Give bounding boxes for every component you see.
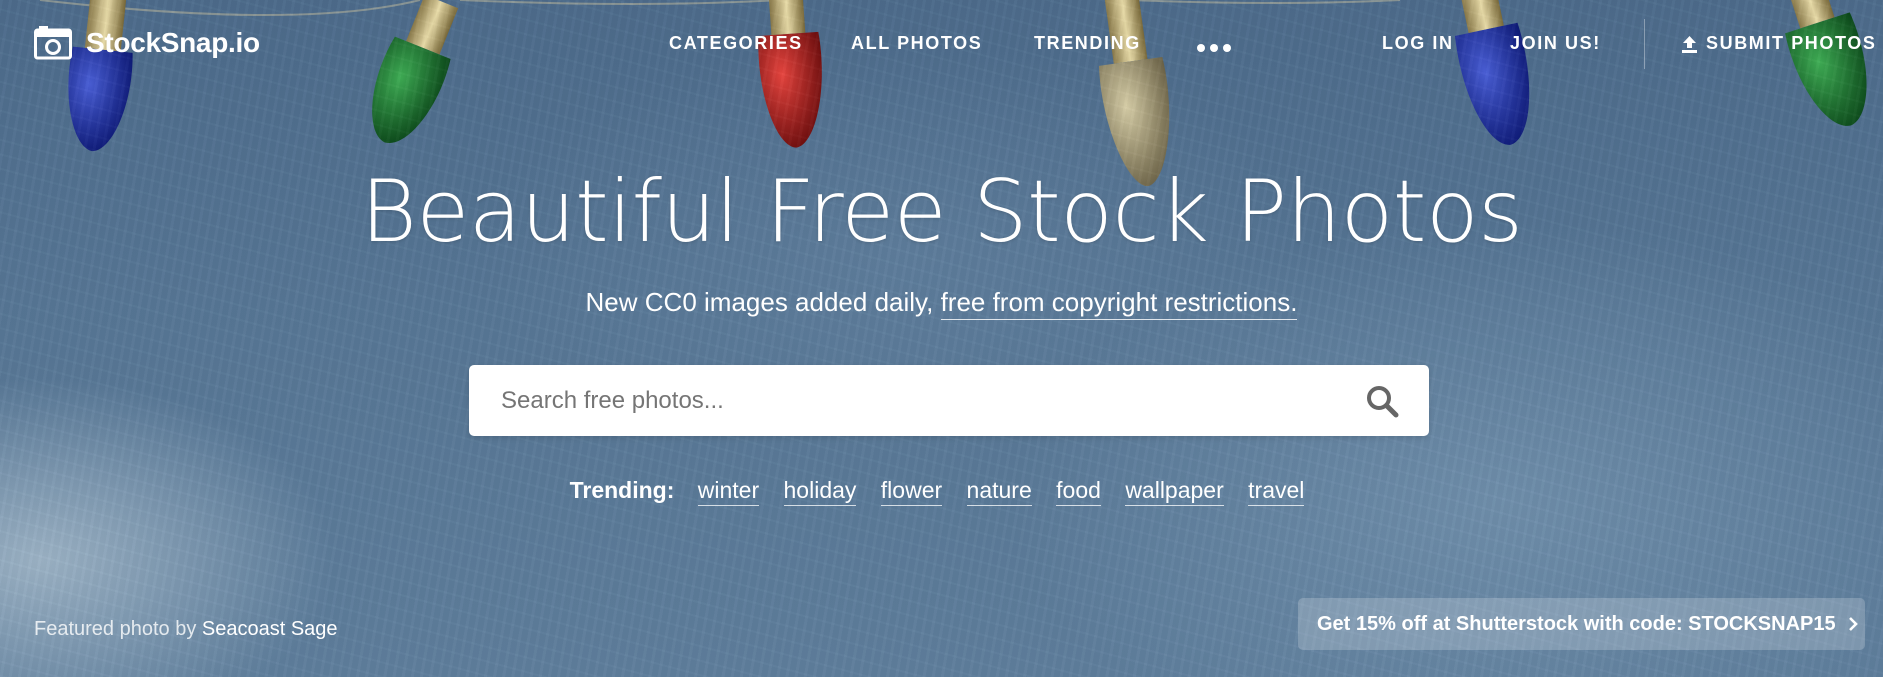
- hero-subtitle: New CC0 images added daily, free from co…: [0, 287, 1883, 320]
- nav-all-photos[interactable]: ALL PHOTOS: [851, 33, 982, 54]
- nav-trending[interactable]: TRENDING: [1034, 33, 1141, 54]
- brand-name: StockSnap.io: [86, 27, 260, 58]
- nav-join[interactable]: JOIN US!: [1510, 33, 1601, 54]
- nav-divider: [1644, 19, 1645, 69]
- trending-tag-flower[interactable]: flower: [880, 477, 943, 506]
- trending-tag-wallpaper[interactable]: wallpaper: [1125, 477, 1224, 506]
- trending-tags: Trending: winter holiday flower nature f…: [0, 477, 1883, 506]
- photo-credit: Featured photo by Seacoast Sage: [34, 618, 338, 641]
- search-icon[interactable]: [1365, 384, 1399, 418]
- license-link[interactable]: free from copyright restrictions.: [940, 287, 1298, 320]
- bulb-red: [758, 0, 822, 148]
- promo-button[interactable]: Get 15% off at Shutterstock with code: S…: [1298, 598, 1865, 650]
- nav-login[interactable]: LOG IN: [1382, 33, 1454, 54]
- trending-tag-winter[interactable]: winter: [697, 477, 760, 506]
- hero-section: StockSnap.io CATEGORIES ALL PHOTOS TREND…: [0, 0, 1883, 677]
- camera-icon: [34, 26, 72, 60]
- bulb-blue-right: [1454, 0, 1530, 145]
- bulb-green-right: [1785, 0, 1867, 126]
- submit-photos-button[interactable]: SUBMIT PHOTOS: [1681, 33, 1876, 54]
- bulb-green-left: [372, 0, 459, 144]
- promo-label: Get 15% off at Shutterstock with code: S…: [1317, 612, 1836, 635]
- search-bar: [469, 364, 1429, 437]
- upload-icon: [1682, 35, 1697, 53]
- trending-tag-nature[interactable]: nature: [966, 477, 1032, 506]
- trending-tag-travel[interactable]: travel: [1248, 477, 1305, 506]
- credit-author-link[interactable]: Seacoast Sage: [202, 618, 338, 640]
- more-dots-icon[interactable]: [1197, 44, 1231, 52]
- trending-label: Trending:: [569, 477, 675, 503]
- bulb-blue-left: [68, 0, 133, 152]
- trending-tag-food[interactable]: food: [1056, 477, 1101, 506]
- credit-prefix: Featured photo by: [34, 618, 202, 640]
- subtitle-text: New CC0 images added daily,: [585, 287, 941, 317]
- background-photo: [39, 0, 1867, 187]
- chevron-right-icon: [1848, 617, 1858, 631]
- nav-categories[interactable]: CATEGORIES: [669, 33, 803, 54]
- brand-logo[interactable]: StockSnap.io: [34, 26, 260, 60]
- page-title: Beautiful Free Stock Photos: [360, 162, 1523, 262]
- submit-photos-label: SUBMIT PHOTOS: [1706, 33, 1877, 53]
- trending-tag-holiday[interactable]: holiday: [783, 477, 857, 506]
- search-input[interactable]: [499, 364, 1365, 437]
